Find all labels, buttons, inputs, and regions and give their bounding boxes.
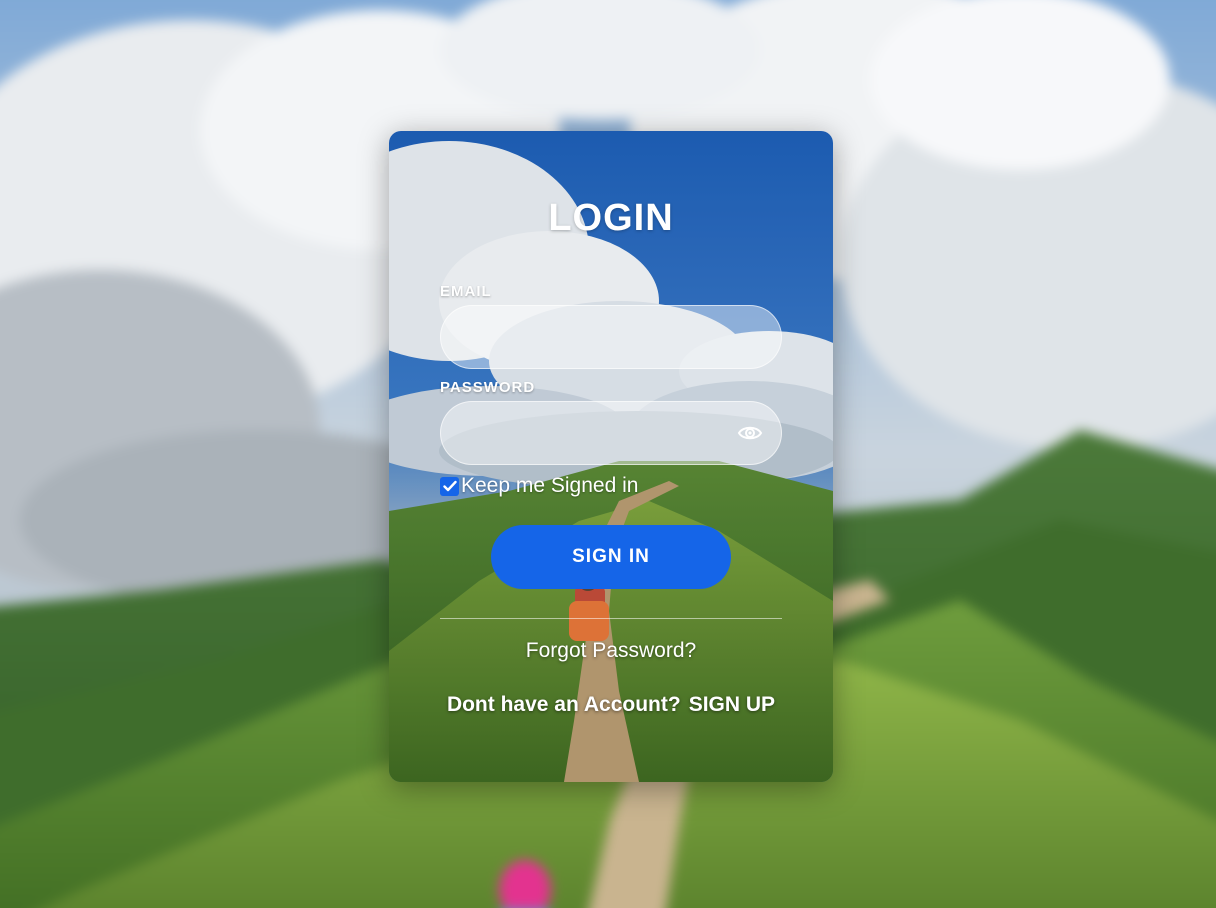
keep-signed-in-label[interactable]: Keep me Signed in (461, 474, 638, 498)
forgot-password-link[interactable]: Forgot Password? (389, 639, 833, 663)
login-card: LOGIN EMAIL PASSWORD Keep me Signed in S… (389, 131, 833, 782)
login-form: LOGIN EMAIL PASSWORD Keep me Signed in S… (389, 131, 833, 782)
signup-row: Dont have an Account? SIGN UP (389, 693, 833, 717)
keep-signed-in-checkbox[interactable] (440, 476, 459, 496)
eye-icon[interactable] (737, 421, 763, 445)
divider (440, 618, 782, 619)
no-account-text: Dont have an Account? (446, 693, 681, 716)
login-screen: LOGIN EMAIL PASSWORD Keep me Signed in S… (0, 0, 1216, 908)
email-label: EMAIL (440, 283, 492, 300)
checkmark-icon (442, 480, 457, 492)
password-label: PASSWORD (440, 379, 536, 396)
email-input[interactable] (440, 305, 782, 369)
sign-up-link[interactable]: SIGN UP (689, 693, 775, 716)
login-title: LOGIN (548, 197, 674, 239)
keep-signed-in-row: Keep me Signed in (440, 471, 638, 501)
password-input[interactable] (440, 401, 782, 465)
sign-in-button[interactable]: SIGN IN (491, 525, 731, 589)
